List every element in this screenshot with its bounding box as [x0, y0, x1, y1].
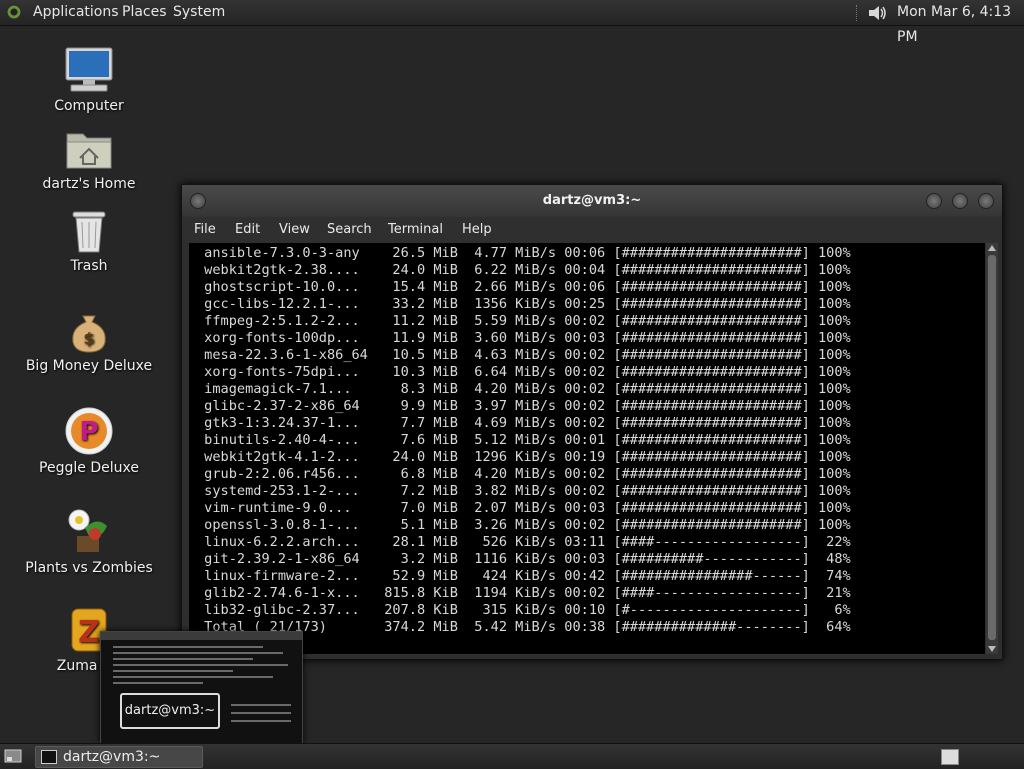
preview-label: dartz@vm3:~	[120, 693, 220, 729]
terminal-line: ffmpeg-2:5.1.2-2... 11.2 MiB 5.59 MiB/s …	[196, 313, 851, 329]
terminal-output[interactable]: ansible-7.3.0-3-any 26.5 MiB 4.77 MiB/s …	[189, 243, 985, 654]
show-desktop-icon[interactable]	[4, 748, 22, 764]
terminal-line: xorg-fonts-100dp... 11.9 MiB 3.60 MiB/s …	[196, 330, 851, 346]
terminal-line: gcc-libs-12.2.1-... 33.2 MiB 1356 KiB/s …	[196, 296, 851, 312]
terminal-window: dartz@vm3:~ File Edit View Search Termin…	[181, 184, 1003, 660]
clock[interactable]: Mon Mar 6, 4:13 PM	[897, 0, 1024, 50]
terminal-titlebar[interactable]: dartz@vm3:~	[182, 185, 1002, 217]
terminal-icon	[41, 750, 57, 764]
desktop-icon-computer[interactable]: Computer	[4, 46, 174, 114]
terminal-scrollbar[interactable]	[986, 243, 998, 654]
maximize-button[interactable]	[952, 193, 968, 209]
terminal-line: systemd-253.1-2-... 7.2 MiB 3.82 MiB/s 0…	[196, 483, 851, 499]
terminal-line: glibc-2.37-2-x86_64 9.9 MiB 3.97 MiB/s 0…	[196, 398, 851, 414]
menu-view[interactable]: View	[279, 217, 310, 243]
desktop-icon-label: Peggle Deluxe	[39, 460, 139, 476]
peggle-icon: P	[65, 407, 113, 455]
money-bag-icon: $	[72, 315, 106, 353]
home-folder-icon	[66, 133, 112, 169]
minimize-button[interactable]	[926, 193, 942, 209]
terminal-line: binutils-2.40-4-... 7.6 MiB 5.12 MiB/s 0…	[196, 432, 851, 448]
window-title: dartz@vm3:~	[542, 193, 642, 208]
svg-text:P: P	[79, 417, 98, 447]
taskbar-button-terminal[interactable]: dartz@vm3:~	[35, 746, 203, 768]
terminal-line: lib32-glibc-2.37... 207.8 KiB 315 KiB/s …	[196, 602, 851, 618]
terminal-lines: ansible-7.3.0-3-any 26.5 MiB 4.77 MiB/s …	[196, 245, 851, 636]
desktop-icon-home[interactable]: dartz's Home	[4, 128, 174, 192]
window-preview[interactable]: dartz@vm3:~	[100, 631, 303, 744]
desktop-icon-peggle[interactable]: P Peggle Deluxe	[4, 406, 174, 476]
terminal-line: ghostscript-10.0... 15.4 MiB 2.66 MiB/s …	[196, 279, 851, 295]
speaker-icon[interactable]	[866, 3, 888, 23]
terminal-line: openssl-3.0.8-1-... 5.1 MiB 3.26 MiB/s 0…	[196, 517, 851, 533]
terminal-line: git-2.39.2-1-x86_64 3.2 MiB 1116 KiB/s 0…	[196, 551, 851, 567]
menu-help[interactable]: Help	[462, 217, 492, 243]
terminal-line: xorg-fonts-75dpi... 10.3 MiB 6.64 MiB/s …	[196, 364, 851, 380]
trash-icon	[72, 211, 106, 253]
terminal-line: webkit2gtk-2.38.... 24.0 MiB 6.22 MiB/s …	[196, 262, 851, 278]
taskbar-button-label: dartz@vm3:~	[63, 749, 161, 765]
menu-edit[interactable]: Edit	[235, 217, 260, 243]
top-panel: Applications Places System Mon Mar 6, 4:…	[0, 0, 1024, 45]
terminal-line: glib2-2.74.6-1-x... 815.8 KiB 1194 KiB/s…	[196, 585, 851, 601]
computer-icon	[65, 47, 113, 92]
menu-terminal[interactable]: Terminal	[388, 217, 443, 243]
desktop-icon-label: Big Money Deluxe	[25, 358, 153, 374]
distro-logo-icon[interactable]	[6, 4, 22, 20]
svg-text:$: $	[83, 329, 94, 348]
applications-menu[interactable]: Applications	[33, 0, 119, 25]
places-menu[interactable]: Places	[122, 0, 167, 25]
scroll-down-arrow-icon[interactable]	[988, 646, 996, 652]
plant-icon	[68, 509, 107, 552]
terminal-line: grub-2:2.06.r456... 6.8 MiB 4.20 MiB/s 0…	[196, 466, 851, 482]
terminal-line: webkit2gtk-4.1-2... 24.0 MiB 1296 KiB/s …	[196, 449, 851, 465]
menu-search[interactable]: Search	[327, 217, 372, 243]
desktop-icon-label: dartz's Home	[42, 176, 136, 192]
terminal-line: mesa-22.3.6-1-x86_64 10.5 MiB 4.63 MiB/s…	[196, 347, 851, 363]
terminal-line: vim-runtime-9.0... 7.0 MiB 2.07 MiB/s 00…	[196, 500, 851, 516]
desktop-icon-plants-vs-zombies[interactable]: Plants vs Zombies	[4, 506, 174, 576]
preview-titlebar	[101, 632, 302, 640]
svg-text:Z: Z	[78, 615, 100, 650]
workspace-switcher-icon[interactable]	[941, 749, 959, 765]
desktop-icon-trash[interactable]: Trash	[4, 208, 174, 274]
system-menu[interactable]: System	[173, 0, 225, 25]
terminal-line: linux-firmware-2... 52.9 MiB 424 KiB/s 0…	[196, 568, 851, 584]
desktop-icon-label: Trash	[70, 258, 108, 274]
terminal-line: linux-6.2.2.arch... 28.1 MiB 526 KiB/s 0…	[196, 534, 851, 550]
terminal-line: ansible-7.3.0-3-any 26.5 MiB 4.77 MiB/s …	[196, 245, 851, 261]
scrollbar-thumb[interactable]	[988, 255, 996, 640]
terminal-line: imagemagick-7.1... 8.3 MiB 4.20 MiB/s 00…	[196, 381, 851, 397]
desktop-icon-big-money[interactable]: $ Big Money Deluxe	[4, 310, 174, 374]
panel-separator	[856, 5, 859, 21]
scroll-up-arrow-icon[interactable]	[988, 245, 996, 251]
terminal-menubar: File Edit View Search Terminal Help	[182, 217, 1002, 243]
desktop-icon-label: Computer	[54, 98, 124, 114]
close-button[interactable]	[978, 193, 994, 209]
window-menu-button[interactable]	[190, 193, 206, 209]
menu-file[interactable]: File	[194, 217, 216, 243]
bottom-panel: dartz@vm3:~	[0, 743, 1024, 769]
terminal-line: gtk3-1:3.24.37-1... 7.7 MiB 4.69 MiB/s 0…	[196, 415, 851, 431]
desktop-icon-label: Plants vs Zombies	[25, 560, 153, 576]
